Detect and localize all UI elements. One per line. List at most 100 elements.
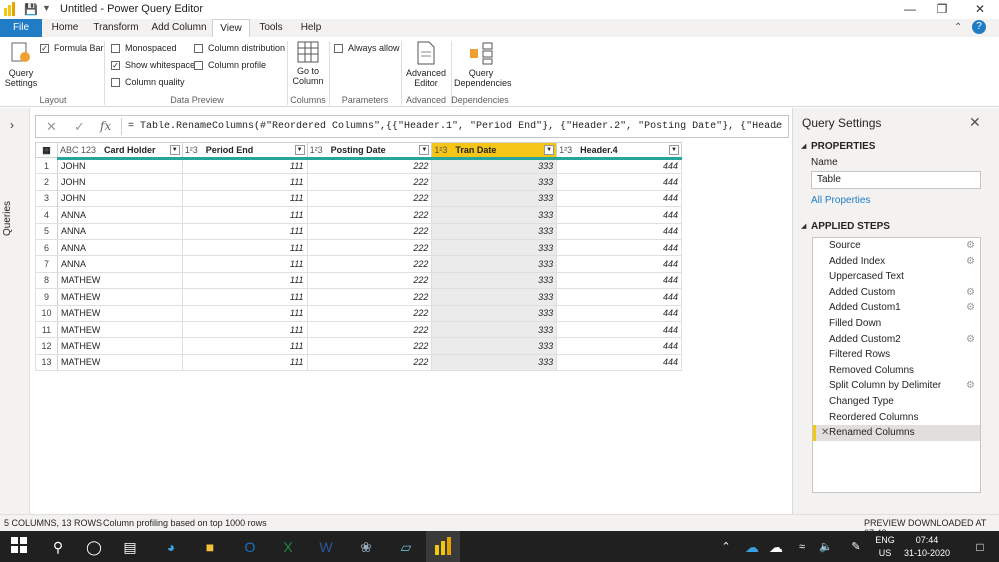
applied-step[interactable]: Added Index ⚙ (813, 254, 980, 270)
profiling-mode[interactable]: Column profiling based on top 1000 rows (103, 518, 267, 528)
minimize-icon[interactable]: — (895, 0, 925, 19)
go-to-column-button[interactable]: Go to Column (292, 41, 324, 86)
query-settings-button[interactable]: Query Settings (4, 41, 38, 93)
table-cell[interactable]: 444 (556, 320, 682, 339)
queries-label[interactable]: Queries (2, 188, 28, 248)
edge-icon[interactable]: ◕ (161, 537, 181, 557)
column-distribution-checkbox[interactable]: Column distribution (194, 43, 285, 53)
table-row[interactable]: 5 ANNA 111 222 333 444 (35, 222, 682, 240)
table-cell[interactable]: 333 (431, 337, 558, 355)
table-cell[interactable]: MATHEW (56, 320, 183, 339)
filter-dropdown-icon[interactable]: ▼ (419, 145, 430, 155)
gear-icon[interactable]: ⚙ (966, 332, 975, 348)
show-whitespace-checkbox[interactable]: ✓ Show whitespace (111, 60, 195, 70)
applied-step[interactable]: Reordered Columns (813, 410, 980, 426)
commit-formula-icon[interactable]: ✓ (74, 119, 85, 135)
restore-icon[interactable]: ❐ (927, 0, 957, 19)
table-row[interactable]: 2 JOHN 111 222 333 444 (35, 173, 682, 191)
table-cell[interactable]: 222 (306, 353, 433, 372)
gear-icon[interactable]: ⚙ (966, 238, 975, 254)
column-header[interactable]: ABC 123 Card Holder ▼ (56, 142, 183, 158)
query-dependencies-button[interactable]: Query Dependencies (454, 41, 512, 88)
filter-dropdown-icon[interactable]: ▼ (669, 145, 679, 155)
table-cell[interactable]: 222 (306, 271, 433, 290)
fx-icon[interactable]: fx (100, 119, 111, 133)
show-hidden-icons-icon[interactable]: ⌃ (716, 537, 736, 557)
table-row[interactable]: 10 MATHEW 111 222 333 444 (35, 304, 682, 322)
help-icon[interactable]: ? (972, 20, 986, 34)
table-cell[interactable]: 444 (556, 206, 682, 224)
table-cell[interactable]: 333 (431, 189, 558, 208)
table-cell[interactable]: 222 (306, 173, 433, 191)
table-cell[interactable]: 111 (181, 271, 308, 290)
gear-icon[interactable]: ⚙ (966, 378, 975, 394)
table-cell[interactable]: 222 (306, 238, 433, 257)
filter-dropdown-icon[interactable]: ▼ (294, 145, 305, 155)
table-cell[interactable]: 444 (556, 271, 682, 290)
table-cell[interactable]: 111 (181, 320, 308, 339)
column-header[interactable]: 1²3 Period End ▼ (181, 142, 308, 158)
table-cell[interactable]: 222 (306, 288, 433, 306)
table-menu-button[interactable]: ▦ (35, 142, 58, 158)
applied-step[interactable]: Source ⚙ (813, 238, 980, 254)
table-cell[interactable]: 333 (431, 288, 558, 306)
applied-step[interactable]: Added Custom ⚙ (813, 285, 980, 301)
task-view-icon[interactable]: ▤ (120, 537, 140, 557)
table-cell[interactable]: 333 (431, 353, 558, 372)
tab-view[interactable]: View (212, 19, 250, 37)
app-icon[interactable]: ❀ (356, 537, 376, 557)
monospaced-checkbox[interactable]: Monospaced (111, 43, 177, 53)
table-cell[interactable]: 333 (431, 304, 558, 322)
applied-step[interactable]: Split Column by Delimiter ⚙ (813, 378, 980, 394)
table-cell[interactable]: 222 (306, 255, 433, 273)
close-window-icon[interactable]: ✕ (965, 0, 995, 19)
all-properties-link[interactable]: All Properties (811, 195, 870, 206)
cloud-icon[interactable]: ☁ (766, 537, 786, 557)
table-cell[interactable]: 111 (181, 337, 308, 355)
type-number-icon[interactable]: 1²3 (185, 145, 198, 155)
formula-bar-checkbox[interactable]: ✓ Formula Bar (40, 43, 104, 53)
table-cell[interactable]: 111 (181, 222, 308, 240)
column-header[interactable]: 1²3 Header.4 ▼ (556, 142, 682, 158)
table-cell[interactable]: 222 (306, 189, 433, 208)
table-cell[interactable]: 444 (556, 288, 682, 306)
tab-home[interactable]: Home (46, 19, 84, 37)
tab-tools[interactable]: Tools (254, 19, 288, 37)
table-row[interactable]: 8 MATHEW 111 222 333 444 (35, 271, 682, 290)
table-cell[interactable]: 111 (181, 304, 308, 322)
gear-icon[interactable]: ⚙ (966, 300, 975, 316)
always-allow-checkbox[interactable]: Always allow (334, 43, 400, 53)
type-number-icon[interactable]: 1²3 (559, 145, 572, 155)
table-row[interactable]: 3 JOHN 111 222 333 444 (35, 189, 682, 208)
file-explorer-icon[interactable]: ■ (200, 537, 220, 557)
table-cell[interactable]: ANNA (56, 255, 183, 273)
table-cell[interactable]: MATHEW (56, 353, 183, 372)
table-cell[interactable]: ANNA (56, 222, 183, 240)
table-cell[interactable]: 222 (306, 222, 433, 240)
table-cell[interactable]: 444 (556, 255, 682, 273)
type-number-icon[interactable]: 1²3 (434, 145, 447, 155)
volume-icon[interactable]: 🔈 (816, 537, 836, 557)
query-name-input[interactable]: Table (811, 171, 981, 189)
table-cell[interactable]: 333 (431, 222, 558, 240)
table-cell[interactable]: MATHEW (56, 288, 183, 306)
applied-step[interactable]: Changed Type (813, 394, 980, 410)
table-cell[interactable]: MATHEW (56, 304, 183, 322)
table-row[interactable]: 4 ANNA 111 222 333 444 (35, 206, 682, 224)
tab-add-column[interactable]: Add Column (148, 19, 210, 37)
close-pane-icon[interactable]: ✕ (969, 114, 981, 131)
collapse-section-icon[interactable]: ◢ (801, 222, 806, 230)
table-cell[interactable]: 333 (431, 173, 558, 191)
gear-icon[interactable]: ⚙ (966, 254, 975, 270)
table-cell[interactable]: 222 (306, 206, 433, 224)
expand-queries-icon[interactable]: › (10, 118, 14, 132)
table-cell[interactable]: 333 (431, 255, 558, 273)
table-cell[interactable]: 222 (306, 320, 433, 339)
table-row[interactable]: 7 ANNA 111 222 333 444 (35, 255, 682, 273)
applied-step[interactable]: Filtered Rows (813, 347, 980, 363)
table-cell[interactable]: 444 (556, 238, 682, 257)
table-cell[interactable]: 111 (181, 189, 308, 208)
table-cell[interactable]: JOHN (56, 173, 183, 191)
filter-dropdown-icon[interactable]: ▼ (544, 145, 555, 155)
table-row[interactable]: 9 MATHEW 111 222 333 444 (35, 288, 682, 306)
